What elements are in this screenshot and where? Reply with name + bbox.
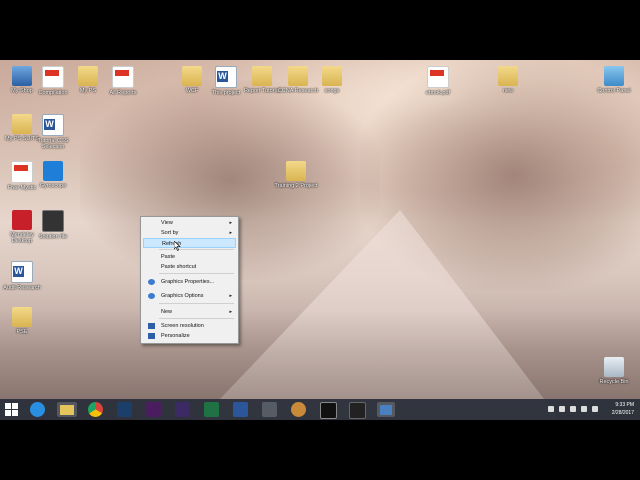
- pdf-icon-2[interactable]: All Reports: [101, 66, 145, 96]
- menu-separator: [159, 273, 234, 274]
- folder-icon-5[interactable]: songs: [310, 66, 354, 94]
- file-explorer-icon[interactable]: [57, 402, 77, 417]
- chrome-icon[interactable]: [88, 402, 103, 417]
- app-icon-1[interactable]: Gyroscope: [31, 161, 75, 189]
- after-effects-icon[interactable]: [175, 402, 190, 417]
- menu-item-graphics-options[interactable]: Graphics Options ▸: [143, 291, 236, 301]
- clock[interactable]: 9:33 PM 2/28/2017: [604, 401, 634, 417]
- personalize-icon: [148, 333, 155, 339]
- tray-chevron-icon[interactable]: [548, 406, 554, 412]
- menu-item-screen-resolution[interactable]: Screen resolution: [143, 321, 236, 331]
- app-taskbar-icon[interactable]: [349, 402, 366, 419]
- submenu-arrow-icon: ▸: [229, 230, 232, 236]
- clock-time: 9:33 PM: [615, 402, 634, 408]
- menu-separator: [159, 318, 234, 319]
- photoshop-icon[interactable]: [117, 402, 132, 417]
- word-icon-3[interactable]: Audit Research: [0, 261, 44, 291]
- control-panel-icon[interactable]: Control Panel: [592, 66, 636, 94]
- monitor-icon: [148, 323, 155, 329]
- ie-icon[interactable]: [30, 402, 45, 417]
- calculator-icon[interactable]: [262, 402, 277, 417]
- cmd-icon[interactable]: [320, 402, 337, 419]
- menu-item-view[interactable]: View ▸: [143, 218, 236, 228]
- desktop-context-menu: View ▸ Sort by ▸ Refresh Paste Paste short…: [140, 216, 239, 344]
- premiere-icon[interactable]: [146, 402, 161, 417]
- app-icon-3[interactable]: Solution file: [31, 210, 75, 240]
- volume-icon[interactable]: [592, 406, 598, 412]
- flag-icon[interactable]: [559, 406, 565, 412]
- menu-item-new[interactable]: New ▸: [143, 307, 236, 317]
- folder-icon-6[interactable]: new: [486, 66, 530, 94]
- menu-separator: [159, 249, 234, 250]
- menu-item-paste-shortcut[interactable]: Paste shortcut: [143, 262, 236, 272]
- paint-icon[interactable]: [291, 402, 306, 417]
- pdf-icon-3[interactable]: ebook.pdf: [416, 66, 460, 96]
- submenu-arrow-icon: ▸: [229, 309, 232, 315]
- folder-icon-8[interactable]: Training 2 Project: [274, 161, 318, 189]
- menu-item-refresh[interactable]: Refresh: [143, 238, 236, 248]
- intel-graphics-icon: [148, 293, 155, 299]
- menu-item-sort-by[interactable]: Sort by ▸: [143, 228, 236, 238]
- start-button-windows-icon[interactable]: [5, 403, 18, 416]
- word-taskbar-icon[interactable]: [233, 402, 248, 417]
- network-icon[interactable]: [581, 406, 587, 412]
- mouse-cursor-icon: [174, 241, 181, 251]
- submenu-arrow-icon: ▸: [229, 220, 232, 226]
- word-icon-2[interactable]: Tutorial CSS Selection: [31, 114, 75, 150]
- folder-icon-9[interactable]: PSE: [0, 307, 44, 335]
- intel-graphics-icon: [148, 279, 155, 285]
- menu-item-graphics-properties[interactable]: Graphics Properties...: [143, 277, 236, 287]
- app-taskbar-icon-2[interactable]: [377, 402, 395, 417]
- taskbar: 9:33 PM 2/28/2017: [0, 399, 640, 420]
- menu-item-paste[interactable]: Paste: [143, 252, 236, 262]
- desktop[interactable]: My Shop Compilation My PS All Reports WC…: [0, 60, 640, 420]
- menu-separator: [159, 303, 234, 304]
- submenu-arrow-icon: ▸: [229, 293, 232, 299]
- menu-item-personalize[interactable]: Personalize: [143, 331, 236, 341]
- excel-icon[interactable]: [204, 402, 219, 417]
- battery-icon[interactable]: [570, 406, 576, 412]
- clock-date: 2/28/2017: [611, 410, 634, 416]
- recycle-bin-icon[interactable]: Recycle Bin: [592, 357, 636, 385]
